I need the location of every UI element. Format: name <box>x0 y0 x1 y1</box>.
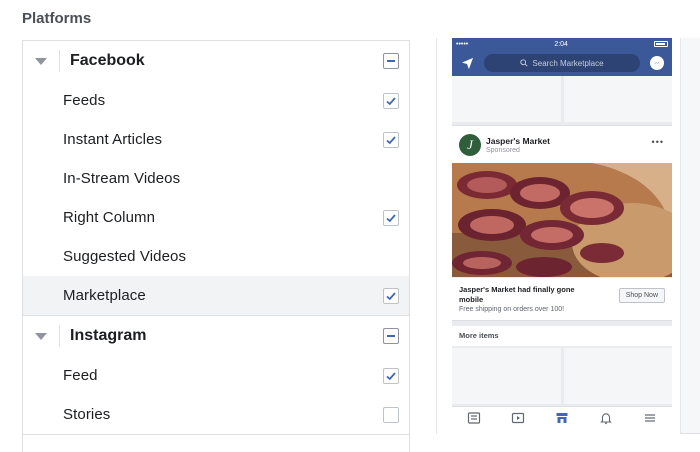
placement-checkbox-right-column[interactable] <box>383 209 399 226</box>
instagram-group-label: Instagram <box>70 327 147 344</box>
listing-tiles-bottom <box>452 348 672 404</box>
send-icon[interactable] <box>456 57 478 70</box>
ad-headline[interactable]: Jasper's Market had finally gone mobile <box>459 285 599 305</box>
placement-row-right-column[interactable]: Right Column <box>23 198 409 237</box>
messenger-icon[interactable] <box>646 56 668 70</box>
facebook-group-header[interactable]: Facebook <box>23 41 409 81</box>
placement-checkbox-feeds[interactable] <box>383 92 399 109</box>
placement-checkbox-instant-articles[interactable] <box>383 131 399 148</box>
phone-screen: ••••• 2:04 Search Marketplace J Jasper's… <box>452 38 672 434</box>
search-placeholder: Search Marketplace <box>532 58 604 68</box>
menu-icon[interactable] <box>643 411 657 430</box>
marketplace-icon[interactable] <box>555 411 569 430</box>
search-icon <box>520 59 528 67</box>
fig-tart-image <box>452 163 672 277</box>
minus-icon <box>387 60 395 62</box>
listing-tile[interactable] <box>452 348 561 404</box>
placement-label: Suggested Videos <box>63 248 187 265</box>
placement-row-feeds[interactable]: Feeds <box>23 81 409 120</box>
placement-label: Marketplace <box>63 287 146 304</box>
ad-description: Free shipping on orders over 100! <box>459 306 565 313</box>
advertiser-avatar[interactable]: J <box>459 133 481 156</box>
advertiser-name[interactable]: Jasper's Market <box>486 136 550 146</box>
phone-frame: ••••• 2:04 Search Marketplace J Jasper's… <box>436 38 681 434</box>
placement-row-suggested-videos[interactable]: Suggested Videos <box>23 237 409 276</box>
platforms-heading: Platforms <box>22 10 92 27</box>
video-icon[interactable] <box>511 411 525 430</box>
news-feed-icon[interactable] <box>467 411 481 430</box>
bottom-tab-bar <box>452 406 672 434</box>
status-bar: ••••• 2:04 <box>452 38 672 50</box>
checkmark-icon <box>386 135 396 144</box>
listing-tile[interactable] <box>563 348 672 404</box>
sponsored-label: Sponsored <box>486 146 520 154</box>
instagram-group-header[interactable]: Instagram <box>23 316 409 356</box>
placement-label: Stories <box>63 406 111 423</box>
search-marketplace-input[interactable]: Search Marketplace <box>484 54 640 72</box>
shop-now-button[interactable]: Shop Now <box>618 288 665 303</box>
checkmark-icon <box>386 96 396 105</box>
listing-tile[interactable] <box>563 76 672 122</box>
bell-icon[interactable] <box>599 411 613 430</box>
battery-icon <box>653 41 668 47</box>
placement-label: In-Stream Videos <box>63 170 181 187</box>
placement-checkbox-stories[interactable] <box>383 406 399 423</box>
status-time: 2:04 <box>554 40 568 48</box>
checkmark-icon <box>386 371 396 380</box>
ad-image[interactable] <box>452 163 672 277</box>
placement-row-feed[interactable]: Feed <box>23 356 409 395</box>
placement-label: Right Column <box>63 209 156 226</box>
placement-row-instant-articles[interactable]: Instant Articles <box>23 120 409 159</box>
caret-down-icon[interactable] <box>23 332 59 340</box>
placement-row-marketplace[interactable]: Marketplace <box>23 276 409 315</box>
placement-row-stories[interactable]: Stories <box>23 395 409 434</box>
facebook-group-label: Facebook <box>70 52 145 69</box>
placement-label: Instant Articles <box>63 131 163 148</box>
more-options-icon[interactable]: ••• <box>652 137 664 147</box>
placement-label: Feeds <box>63 92 106 109</box>
ad-preview-area: ••••• 2:04 Search Marketplace J Jasper's… <box>436 38 700 434</box>
sponsored-ad-card[interactable]: J Jasper's Market Sponsored ••• Jasper's… <box>452 125 672 321</box>
minus-icon <box>387 335 395 337</box>
placement-checkbox-marketplace[interactable] <box>383 287 399 304</box>
listing-tiles-top <box>452 76 672 122</box>
checkmark-icon <box>386 213 396 222</box>
facebook-group-checkbox[interactable] <box>383 53 399 69</box>
placement-label: Feed <box>63 367 98 384</box>
caret-down-icon[interactable] <box>23 57 59 65</box>
more-items-heading: More items <box>452 326 672 346</box>
placement-row-in-stream-videos[interactable]: In-Stream Videos <box>23 159 409 198</box>
listing-tile[interactable] <box>452 76 561 122</box>
marketplace-nav-bar: Search Marketplace <box>452 50 672 76</box>
ad-footer: Jasper's Market had finally gone mobile … <box>452 277 672 321</box>
ad-header: J Jasper's Market Sponsored ••• <box>452 126 672 163</box>
checkmark-icon <box>386 291 396 300</box>
placement-checkbox-feed[interactable] <box>383 367 399 384</box>
platforms-panel: Facebook Feeds Instant Articles In-Strea… <box>22 40 410 452</box>
instagram-group-checkbox[interactable] <box>383 328 399 344</box>
group-divider <box>23 434 409 435</box>
signal-icon: ••••• <box>456 40 469 48</box>
